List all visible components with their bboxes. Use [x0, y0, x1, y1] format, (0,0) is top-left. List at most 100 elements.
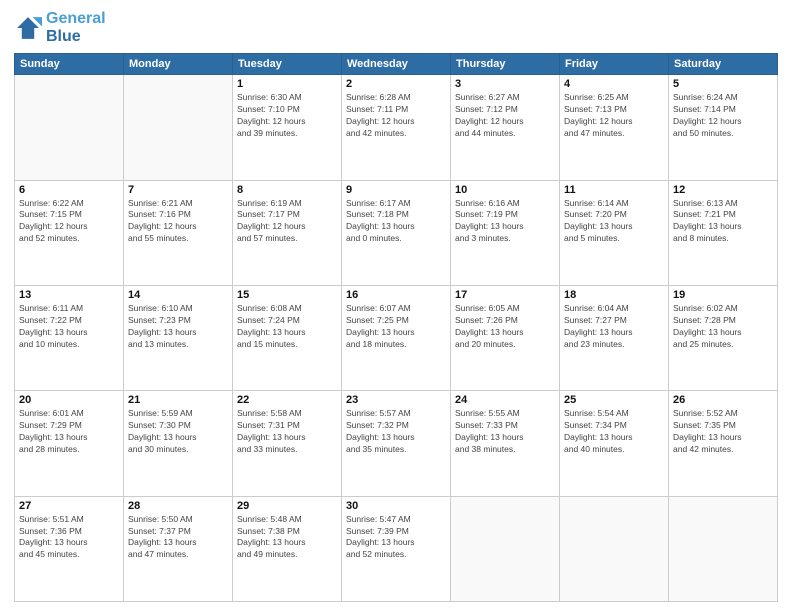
- day-number: 8: [237, 184, 337, 196]
- day-number: 3: [455, 78, 555, 90]
- calendar-cell: 22 Sunrise: 5:58 AM Sunset: 7:31 PM Dayli…: [233, 391, 342, 496]
- day-number: 22: [237, 394, 337, 406]
- day-info: Sunrise: 6:16 AM Sunset: 7:19 PM Dayligh…: [455, 198, 555, 246]
- header: General Blue: [14, 10, 778, 45]
- weekday-header-friday: Friday: [560, 54, 669, 75]
- calendar-cell: 5 Sunrise: 6:24 AM Sunset: 7:14 PM Daylig…: [669, 75, 778, 180]
- calendar-cell: 11Sunrise: 6:14 AM Sunset: 7:20 PM Dayli…: [560, 180, 669, 285]
- day-info: Sunrise: 6:25 AM Sunset: 7:13 PM Dayligh…: [564, 92, 664, 140]
- calendar-cell: 8 Sunrise: 6:19 AM Sunset: 7:17 PM Daylig…: [233, 180, 342, 285]
- day-info: Sunrise: 6:05 AM Sunset: 7:26 PM Dayligh…: [455, 303, 555, 351]
- day-number: 4: [564, 78, 664, 90]
- calendar-cell: 28 Sunrise: 5:50 AM Sunset: 7:37 PM Dayli…: [124, 496, 233, 601]
- day-number: 1: [237, 78, 337, 90]
- calendar-cell: 26 Sunrise: 5:52 AM Sunset: 7:35 PM Dayli…: [669, 391, 778, 496]
- logo: General Blue: [14, 10, 106, 45]
- calendar-cell: 15Sunrise: 6:08 AM Sunset: 7:24 PM Dayli…: [233, 285, 342, 390]
- weekday-header-wednesday: Wednesday: [342, 54, 451, 75]
- calendar-cell: 25 Sunrise: 5:54 AM Sunset: 7:34 PM Dayli…: [560, 391, 669, 496]
- logo-icon: [14, 14, 42, 42]
- day-number: 13: [19, 289, 119, 301]
- calendar-cell: 30 Sunrise: 5:47 AM Sunset: 7:39 PM Dayli…: [342, 496, 451, 601]
- day-number: 9: [346, 184, 446, 196]
- day-info: Sunrise: 5:50 AM Sunset: 7:37 PM Dayligh…: [128, 514, 228, 562]
- day-info: Sunrise: 5:57 AM Sunset: 7:32 PM Dayligh…: [346, 408, 446, 456]
- calendar-cell: 4 Sunrise: 6:25 AM Sunset: 7:13 PM Daylig…: [560, 75, 669, 180]
- day-number: 17: [455, 289, 555, 301]
- day-info: Sunrise: 5:58 AM Sunset: 7:31 PM Dayligh…: [237, 408, 337, 456]
- calendar-cell: 3 Sunrise: 6:27 AM Sunset: 7:12 PM Daylig…: [451, 75, 560, 180]
- calendar-cell: [560, 496, 669, 601]
- day-number: 7: [128, 184, 228, 196]
- day-number: 26: [673, 394, 773, 406]
- week-row-2: 13 Sunrise: 6:11 AM Sunset: 7:22 PM Dayli…: [15, 285, 778, 390]
- week-row-0: 1 Sunrise: 6:30 AM Sunset: 7:10 PM Daylig…: [15, 75, 778, 180]
- day-info: Sunrise: 6:24 AM Sunset: 7:14 PM Dayligh…: [673, 92, 773, 140]
- calendar-cell: [15, 75, 124, 180]
- calendar-cell: 24 Sunrise: 5:55 AM Sunset: 7:33 PM Dayli…: [451, 391, 560, 496]
- weekday-header-sunday: Sunday: [15, 54, 124, 75]
- day-number: 19: [673, 289, 773, 301]
- calendar-cell: 2 Sunrise: 6:28 AM Sunset: 7:11 PM Daylig…: [342, 75, 451, 180]
- calendar-cell: 18Sunrise: 6:04 AM Sunset: 7:27 PM Dayli…: [560, 285, 669, 390]
- day-info: Sunrise: 6:22 AM Sunset: 7:15 PM Dayligh…: [19, 198, 119, 246]
- calendar-cell: 13 Sunrise: 6:11 AM Sunset: 7:22 PM Dayli…: [15, 285, 124, 390]
- day-info: Sunrise: 6:19 AM Sunset: 7:17 PM Dayligh…: [237, 198, 337, 246]
- day-number: 20: [19, 394, 119, 406]
- day-number: 21: [128, 394, 228, 406]
- day-info: Sunrise: 5:51 AM Sunset: 7:36 PM Dayligh…: [19, 514, 119, 562]
- calendar-cell: 1 Sunrise: 6:30 AM Sunset: 7:10 PM Daylig…: [233, 75, 342, 180]
- day-number: 11: [564, 184, 664, 196]
- day-number: 5: [673, 78, 773, 90]
- day-info: Sunrise: 6:13 AM Sunset: 7:21 PM Dayligh…: [673, 198, 773, 246]
- day-info: Sunrise: 6:21 AM Sunset: 7:16 PM Dayligh…: [128, 198, 228, 246]
- calendar-cell: 16 Sunrise: 6:07 AM Sunset: 7:25 PM Dayli…: [342, 285, 451, 390]
- day-info: Sunrise: 6:07 AM Sunset: 7:25 PM Dayligh…: [346, 303, 446, 351]
- week-row-4: 27 Sunrise: 5:51 AM Sunset: 7:36 PM Dayli…: [15, 496, 778, 601]
- day-number: 24: [455, 394, 555, 406]
- weekday-header-thursday: Thursday: [451, 54, 560, 75]
- day-info: Sunrise: 6:01 AM Sunset: 7:29 PM Dayligh…: [19, 408, 119, 456]
- calendar-table: SundayMondayTuesdayWednesdayThursdayFrid…: [14, 53, 778, 602]
- day-number: 28: [128, 500, 228, 512]
- day-info: Sunrise: 5:48 AM Sunset: 7:38 PM Dayligh…: [237, 514, 337, 562]
- day-number: 25: [564, 394, 664, 406]
- calendar-cell: 20 Sunrise: 6:01 AM Sunset: 7:29 PM Dayli…: [15, 391, 124, 496]
- day-info: Sunrise: 6:02 AM Sunset: 7:28 PM Dayligh…: [673, 303, 773, 351]
- day-info: Sunrise: 5:54 AM Sunset: 7:34 PM Dayligh…: [564, 408, 664, 456]
- day-info: Sunrise: 6:27 AM Sunset: 7:12 PM Dayligh…: [455, 92, 555, 140]
- calendar-cell: 12 Sunrise: 6:13 AM Sunset: 7:21 PM Dayli…: [669, 180, 778, 285]
- day-number: 29: [237, 500, 337, 512]
- day-number: 27: [19, 500, 119, 512]
- day-number: 30: [346, 500, 446, 512]
- calendar-cell: [669, 496, 778, 601]
- day-info: Sunrise: 6:28 AM Sunset: 7:11 PM Dayligh…: [346, 92, 446, 140]
- day-number: 14: [128, 289, 228, 301]
- day-number: 12: [673, 184, 773, 196]
- weekday-header-tuesday: Tuesday: [233, 54, 342, 75]
- day-info: Sunrise: 6:30 AM Sunset: 7:10 PM Dayligh…: [237, 92, 337, 140]
- day-number: 16: [346, 289, 446, 301]
- day-info: Sunrise: 6:08 AM Sunset: 7:24 PM Dayligh…: [237, 303, 337, 351]
- week-row-3: 20 Sunrise: 6:01 AM Sunset: 7:29 PM Dayli…: [15, 391, 778, 496]
- calendar-cell: 23Sunrise: 5:57 AM Sunset: 7:32 PM Dayli…: [342, 391, 451, 496]
- calendar-cell: 7 Sunrise: 6:21 AM Sunset: 7:16 PM Daylig…: [124, 180, 233, 285]
- day-number: 6: [19, 184, 119, 196]
- day-info: Sunrise: 5:59 AM Sunset: 7:30 PM Dayligh…: [128, 408, 228, 456]
- day-info: Sunrise: 5:47 AM Sunset: 7:39 PM Dayligh…: [346, 514, 446, 562]
- page: General Blue SundayMondayTuesdayWednesda…: [0, 0, 792, 612]
- day-number: 10: [455, 184, 555, 196]
- logo-text: General Blue: [46, 10, 106, 45]
- calendar-cell: 21 Sunrise: 5:59 AM Sunset: 7:30 PM Dayli…: [124, 391, 233, 496]
- day-info: Sunrise: 6:11 AM Sunset: 7:22 PM Dayligh…: [19, 303, 119, 351]
- calendar-cell: 29 Sunrise: 5:48 AM Sunset: 7:38 PM Dayli…: [233, 496, 342, 601]
- day-info: Sunrise: 5:55 AM Sunset: 7:33 PM Dayligh…: [455, 408, 555, 456]
- calendar-cell: [124, 75, 233, 180]
- day-info: Sunrise: 5:52 AM Sunset: 7:35 PM Dayligh…: [673, 408, 773, 456]
- day-number: 2: [346, 78, 446, 90]
- weekday-header-monday: Monday: [124, 54, 233, 75]
- day-info: Sunrise: 6:17 AM Sunset: 7:18 PM Dayligh…: [346, 198, 446, 246]
- calendar-cell: 14Sunrise: 6:10 AM Sunset: 7:23 PM Dayli…: [124, 285, 233, 390]
- day-number: 18: [564, 289, 664, 301]
- weekday-header-saturday: Saturday: [669, 54, 778, 75]
